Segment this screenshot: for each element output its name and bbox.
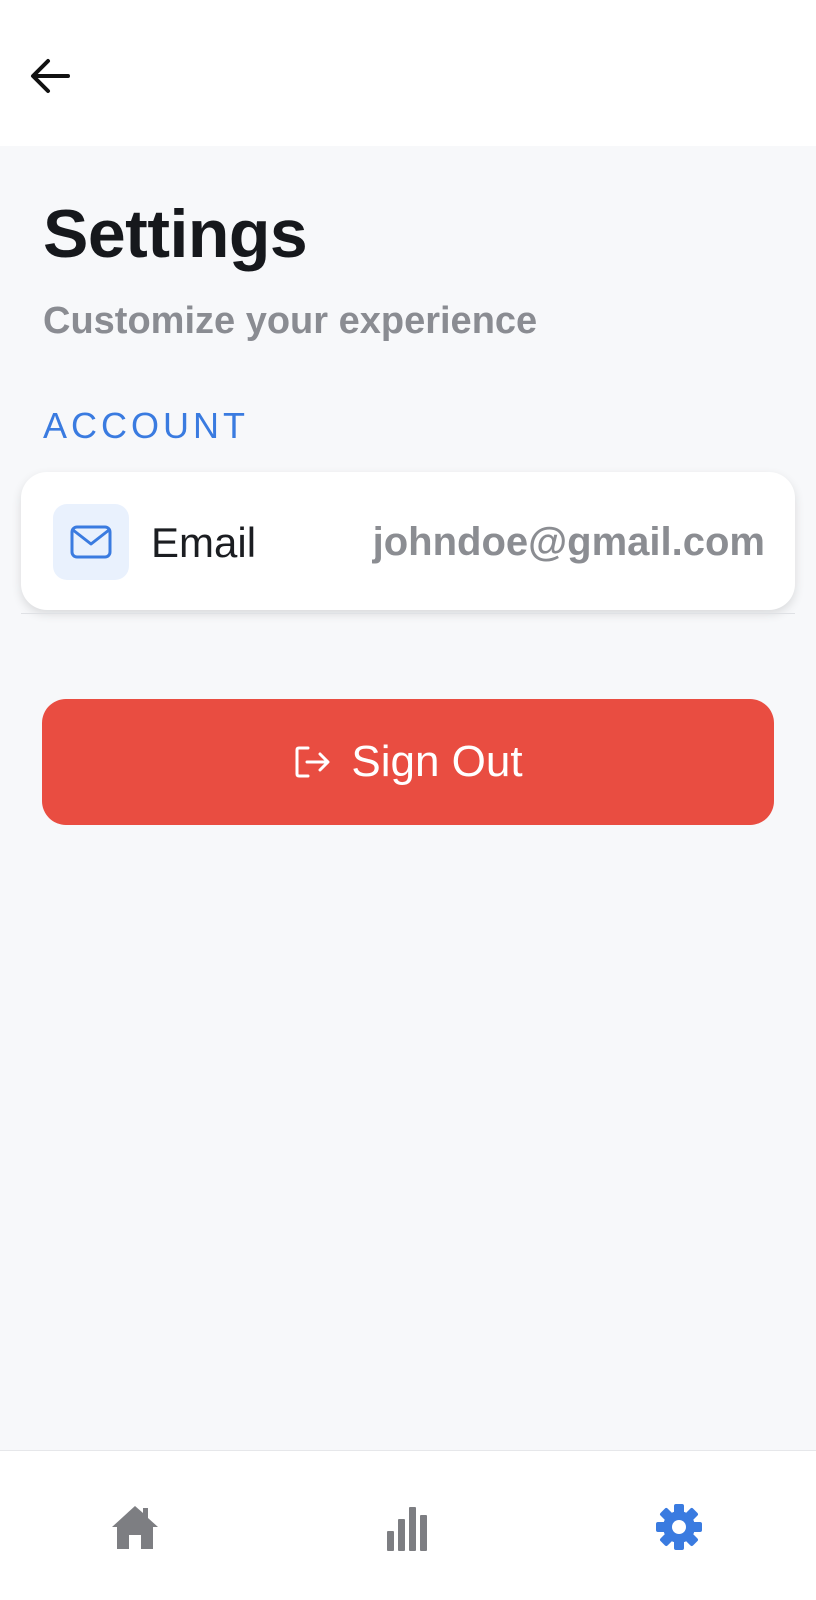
settings-row-value: johndoe@gmail.com (372, 520, 765, 564)
settings-row-email[interactable]: Email johndoe@gmail.com (21, 472, 795, 610)
arrow-left-icon (31, 59, 70, 93)
back-button[interactable] (22, 48, 78, 104)
gear-icon (656, 1504, 702, 1550)
nav-stats[interactable] (367, 1487, 447, 1567)
divider (21, 613, 795, 614)
page-subtitle: Customize your experience (43, 300, 538, 342)
home-icon (112, 1506, 158, 1549)
nav-settings[interactable] (639, 1487, 719, 1567)
settings-row-label: Email (151, 519, 257, 566)
mail-icon-container (53, 504, 129, 580)
sign-out-button[interactable]: Sign Out (42, 699, 774, 825)
bar-chart-icon (387, 1507, 427, 1551)
section-label-account: ACCOUNT (43, 405, 249, 446)
logout-icon (295, 746, 330, 778)
sign-out-label: Sign Out (351, 737, 523, 786)
mail-icon (70, 525, 112, 559)
bottom-navigation (0, 1450, 816, 1600)
page-title: Settings (43, 196, 308, 272)
top-app-bar (0, 0, 816, 146)
nav-home[interactable] (95, 1487, 175, 1567)
settings-screen: Settings Customize your experience ACCOU… (0, 0, 816, 1600)
